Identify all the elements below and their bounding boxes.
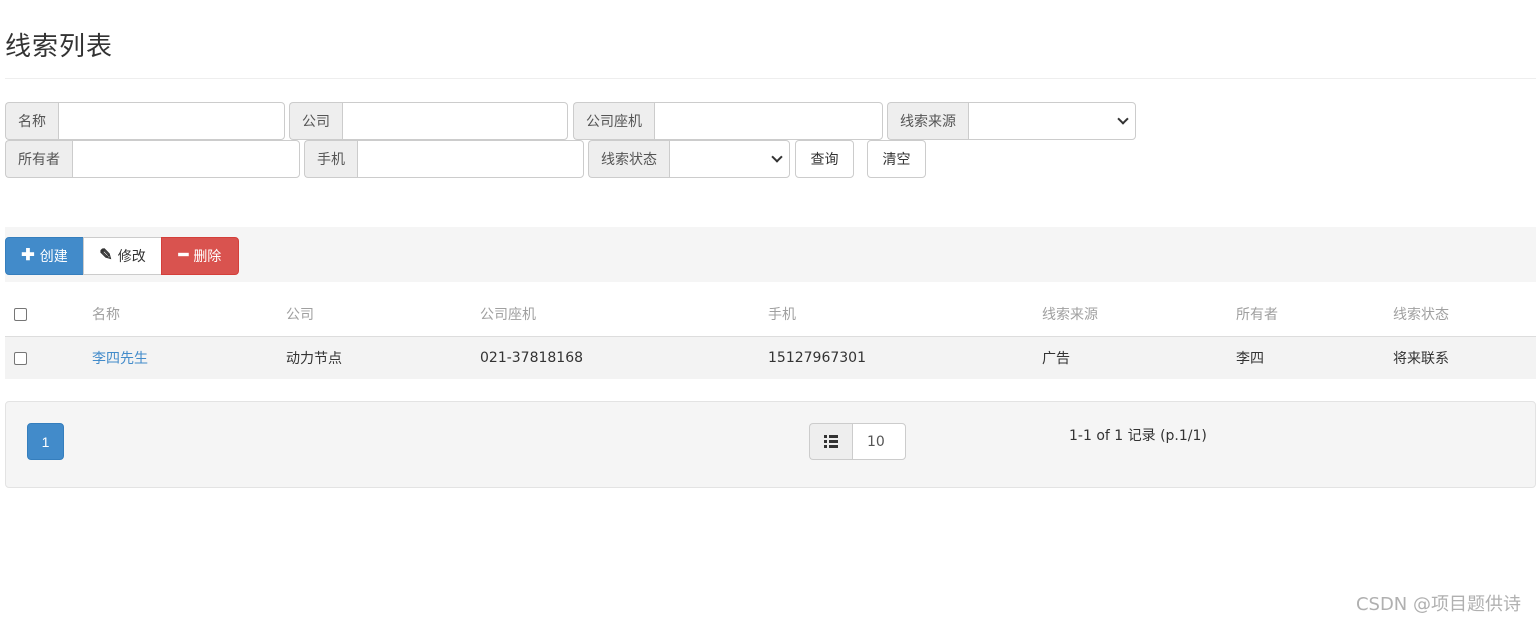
plus-icon: ✚: [21, 247, 35, 264]
query-button[interactable]: 查询: [795, 140, 854, 178]
watermark: CSDN @项目题供诗: [1355, 594, 1521, 615]
record-info: 1-1 of 1 记录 (p.1/1): [1069, 428, 1207, 444]
row-mobile: 15127967301: [768, 350, 866, 366]
table-row: 李四先生 动力节点 021-37818168 15127967301 广告 李四…: [5, 337, 1536, 379]
phone-input[interactable]: [654, 102, 883, 140]
mobile-label: 手机: [304, 140, 357, 178]
column-header-owner[interactable]: 所有者: [1236, 292, 1278, 336]
source-select[interactable]: [968, 102, 1136, 140]
row-owner: 李四: [1236, 351, 1264, 367]
row-name-link[interactable]: 李四先生: [92, 337, 148, 379]
owner-search-group: 所有者: [5, 140, 300, 178]
pagination-bar: [5, 401, 1536, 488]
mobile-search-group: 手机: [304, 140, 584, 178]
name-input[interactable]: [58, 102, 285, 140]
column-header-source[interactable]: 线索来源: [1042, 292, 1098, 336]
column-header-name[interactable]: 名称: [92, 292, 120, 336]
owner-label: 所有者: [5, 140, 72, 178]
chevron-down-icon: [771, 151, 783, 163]
column-header-state[interactable]: 线索状态: [1393, 292, 1449, 336]
state-select[interactable]: [669, 140, 790, 178]
column-header-company[interactable]: 公司: [286, 292, 314, 336]
phone-search-group: 公司座机: [573, 102, 883, 140]
minus-icon: ━: [178, 247, 189, 264]
row-source: 广告: [1042, 351, 1070, 367]
source-search-group: 线索来源: [887, 102, 1136, 140]
table-header: 名称 公司 公司座机 手机 线索来源 所有者 线索状态: [5, 292, 1536, 337]
column-header-mobile[interactable]: 手机: [768, 292, 796, 336]
page-size-toggle[interactable]: [809, 423, 852, 460]
phone-label: 公司座机: [573, 102, 654, 140]
edit-button[interactable]: ✎ 修改: [83, 237, 162, 275]
list-icon: [824, 435, 838, 448]
name-search-group: 名称: [5, 102, 285, 140]
company-label: 公司: [289, 102, 342, 140]
row-checkbox[interactable]: [14, 351, 27, 365]
page-size-value[interactable]: 10: [852, 423, 906, 460]
create-label: 创建: [39, 248, 68, 264]
column-header-phone[interactable]: 公司座机: [480, 292, 536, 336]
page-1-button[interactable]: 1: [27, 423, 64, 460]
state-search-group: 线索状态: [588, 140, 790, 178]
clear-button[interactable]: 清空: [867, 140, 926, 178]
select-all-checkbox[interactable]: [14, 307, 27, 321]
chevron-down-icon: [1117, 113, 1129, 125]
row-company: 动力节点: [286, 351, 342, 367]
edit-label: 修改: [117, 248, 146, 264]
delete-button[interactable]: ━ 删除: [161, 237, 239, 275]
row-state: 将来联系: [1393, 351, 1449, 367]
name-label: 名称: [5, 102, 58, 140]
pencil-icon: ✎: [99, 247, 113, 264]
company-search-group: 公司: [289, 102, 568, 140]
row-phone: 021-37818168: [480, 350, 584, 366]
owner-input[interactable]: [72, 140, 300, 178]
title-divider: [5, 78, 1536, 79]
source-label: 线索来源: [887, 102, 968, 140]
page-size-control[interactable]: 10: [809, 423, 906, 460]
create-button[interactable]: ✚ 创建: [5, 237, 84, 275]
page-title: 线索列表: [5, 32, 114, 62]
state-label: 线索状态: [588, 140, 669, 178]
delete-label: 删除: [193, 248, 222, 264]
mobile-input[interactable]: [357, 140, 584, 178]
company-input[interactable]: [342, 102, 568, 140]
